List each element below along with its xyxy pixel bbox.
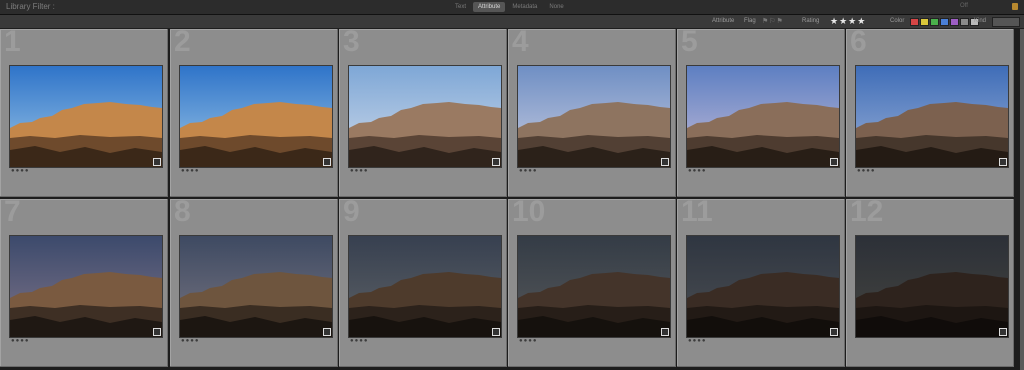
grid-cell[interactable]: 2 ●●●● xyxy=(170,29,338,197)
tab-none[interactable]: None xyxy=(544,2,568,12)
cell-number: 6 xyxy=(850,29,867,58)
landscape-image xyxy=(687,236,839,337)
library-filter-bar: Library Filter : Text Attribute Metadata… xyxy=(0,0,1024,15)
photo-thumbnail[interactable] xyxy=(9,235,163,338)
cell-number: 12 xyxy=(850,199,884,228)
edit-badge-icon xyxy=(999,328,1007,336)
cell-number: 2 xyxy=(174,29,191,58)
edit-badge-icon xyxy=(323,328,331,336)
color-swatch[interactable] xyxy=(920,18,929,26)
rating-dots: ●●●● xyxy=(519,338,538,344)
color-swatch[interactable] xyxy=(910,18,919,26)
rating-stars[interactable]: ★★★★ xyxy=(830,16,866,27)
cell-number: 7 xyxy=(4,199,21,228)
landscape-image xyxy=(10,66,162,167)
cell-number: 1 xyxy=(4,29,21,58)
cell-number: 10 xyxy=(512,199,546,228)
grid-cell[interactable]: 5 ●●●● xyxy=(677,29,845,197)
flag-label: Flag xyxy=(744,18,756,24)
rating-label: Rating xyxy=(802,18,820,24)
kind-label: Kind xyxy=(974,18,987,24)
edit-badge-icon xyxy=(153,158,161,166)
grid-cell[interactable]: 8 ●●●● xyxy=(170,199,338,367)
landscape-image xyxy=(856,236,1008,337)
attribute-bar: Attribute Flag ⚑⚐⚑ Rating ★★★★ Color Kin… xyxy=(0,15,1024,29)
landscape-image xyxy=(180,66,332,167)
flag-icons[interactable]: ⚑⚐⚑ xyxy=(762,17,784,25)
library-filter-title: Library Filter : xyxy=(6,2,55,11)
cell-number: 8 xyxy=(174,199,191,228)
photo-thumbnail[interactable] xyxy=(517,235,671,338)
rating-dots: ●●●● xyxy=(857,168,876,174)
landscape-image xyxy=(10,236,162,337)
color-swatch[interactable] xyxy=(950,18,959,26)
cell-number: 3 xyxy=(343,29,360,58)
edit-badge-icon xyxy=(492,158,500,166)
photo-thumbnail[interactable] xyxy=(179,235,333,338)
tab-metadata[interactable]: Metadata xyxy=(507,2,542,12)
grid-cell[interactable]: 4 ●●●● xyxy=(508,29,676,197)
tab-text[interactable]: Text xyxy=(450,2,471,12)
cell-number: 4 xyxy=(512,29,529,58)
grid-cell[interactable]: 10 ●●●● xyxy=(508,199,676,367)
rating-dots: ●●●● xyxy=(181,338,200,344)
edit-badge-icon xyxy=(830,328,838,336)
color-swatches[interactable] xyxy=(910,18,979,26)
edit-badge-icon xyxy=(661,328,669,336)
landscape-image xyxy=(856,66,1008,167)
grid-cell[interactable]: 1 ●●●● xyxy=(0,29,168,197)
photo-thumbnail[interactable] xyxy=(855,235,1009,338)
rating-dots: ●●●● xyxy=(350,338,369,344)
edit-badge-icon xyxy=(661,158,669,166)
grid-cell[interactable]: 7 ●●●● xyxy=(0,199,168,367)
photo-thumbnail[interactable] xyxy=(348,235,502,338)
photo-thumbnail[interactable] xyxy=(348,65,502,168)
color-label: Color xyxy=(890,18,905,24)
rating-dots: ●●●● xyxy=(688,338,707,344)
landscape-image xyxy=(687,66,839,167)
cell-number: 9 xyxy=(343,199,360,228)
grid-cell[interactable]: 3 ●●●● xyxy=(339,29,507,197)
landscape-image xyxy=(349,236,501,337)
tab-attribute[interactable]: Attribute xyxy=(473,2,506,12)
edit-badge-icon xyxy=(830,158,838,166)
filter-preset[interactable]: Off xyxy=(960,3,968,9)
color-swatch[interactable] xyxy=(930,18,939,26)
color-swatch[interactable] xyxy=(940,18,949,26)
rating-dots: ●●●● xyxy=(181,168,200,174)
cell-number: 11 xyxy=(681,199,713,228)
photo-thumbnail[interactable] xyxy=(686,65,840,168)
color-swatch[interactable] xyxy=(960,18,969,26)
landscape-image xyxy=(180,236,332,337)
photo-thumbnail[interactable] xyxy=(179,65,333,168)
photo-thumbnail[interactable] xyxy=(686,235,840,338)
edit-badge-icon xyxy=(999,158,1007,166)
scrollbar[interactable] xyxy=(1020,29,1024,370)
photo-thumbnail[interactable] xyxy=(9,65,163,168)
thumbnail-grid: 1 ●●●● 2 ●●●● 3 ●●●● 4 ●●●● 5 ●●●● 6 ●●●● 7 ●●●● 8 ●●●●… xyxy=(0,29,1020,370)
grid-cell[interactable]: 11 ●●●● xyxy=(677,199,845,367)
edit-badge-icon xyxy=(153,328,161,336)
filter-tabs: Text Attribute Metadata None xyxy=(450,2,569,12)
lock-icon[interactable] xyxy=(1012,3,1018,10)
landscape-image xyxy=(518,66,670,167)
rating-dots: ●●●● xyxy=(519,168,538,174)
rating-dots: ●●●● xyxy=(350,168,369,174)
grid-cell[interactable]: 12 xyxy=(846,199,1014,367)
photo-thumbnail[interactable] xyxy=(517,65,671,168)
rating-dots: ●●●● xyxy=(11,338,30,344)
rating-dots: ●●●● xyxy=(688,168,707,174)
landscape-image xyxy=(349,66,501,167)
edit-badge-icon xyxy=(323,158,331,166)
edit-badge-icon xyxy=(492,328,500,336)
cell-number: 5 xyxy=(681,29,698,58)
landscape-image xyxy=(518,236,670,337)
grid-cell[interactable]: 6 ●●●● xyxy=(846,29,1014,197)
photo-thumbnail[interactable] xyxy=(855,65,1009,168)
attribute-label: Attribute xyxy=(712,18,735,24)
rating-dots: ●●●● xyxy=(11,168,30,174)
kind-filter[interactable] xyxy=(992,17,1020,27)
grid-cell[interactable]: 9 ●●●● xyxy=(339,199,507,367)
